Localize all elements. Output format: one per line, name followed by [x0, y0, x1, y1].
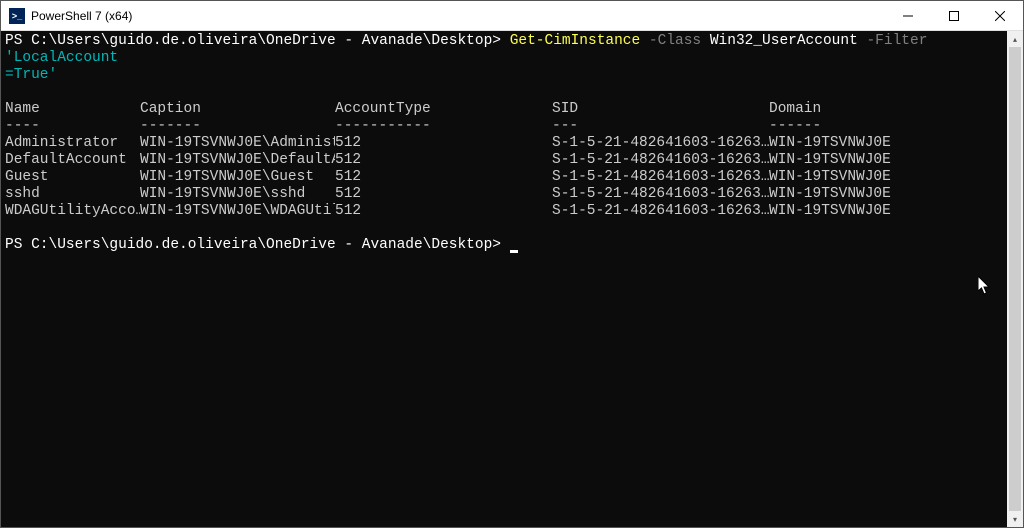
col-name: WDAGUtilityAcco… [5, 203, 140, 220]
col-domain: WIN-19TSVNWJ0E [769, 169, 891, 186]
arg-class: Win32_UserAccount [710, 33, 858, 49]
param-class: -Class [649, 33, 701, 49]
cmdlet: Get-CimInstance [510, 33, 641, 49]
minimize-icon [903, 11, 913, 21]
window-controls [885, 1, 1023, 30]
command-line: PS C:\Users\guido.de.oliveira\OneDrive -… [5, 33, 1003, 67]
col-domain: WIN-19TSVNWJ0E [769, 135, 891, 152]
prompt-line: PS C:\Users\guido.de.oliveira\OneDrive -… [5, 237, 1003, 254]
table-underline: ------------------------------- [5, 118, 1003, 135]
table-row: WDAGUtilityAcco…WIN-19TSVNWJ0E\WDAGUtili… [5, 203, 1003, 220]
col-name: Name [5, 101, 140, 118]
col-domain: WIN-19TSVNWJ0E [769, 186, 891, 203]
close-icon [995, 11, 1005, 21]
terminal-area: PS C:\Users\guido.de.oliveira\OneDrive -… [1, 31, 1023, 527]
col-caption: WIN-19TSVNWJ0E\WDAGUtili… [140, 203, 335, 220]
col-domain: ------ [769, 118, 821, 135]
col-accounttype: 512 [335, 186, 552, 203]
close-button[interactable] [977, 1, 1023, 30]
terminal[interactable]: PS C:\Users\guido.de.oliveira\OneDrive -… [1, 31, 1007, 527]
col-sid: S-1-5-21-482641603-16263… [552, 135, 769, 152]
scrollbar[interactable]: ▴ ▾ [1007, 31, 1023, 527]
powershell-window: >_ PowerShell 7 (x64) PS C:\Users\guido.… [0, 0, 1024, 528]
powershell-icon: >_ [9, 8, 25, 24]
col-name: sshd [5, 186, 140, 203]
scroll-thumb[interactable] [1009, 47, 1021, 511]
col-name: Administrator [5, 135, 140, 152]
col-sid: SID [552, 101, 769, 118]
col-caption: Caption [140, 101, 335, 118]
col-domain: Domain [769, 101, 821, 118]
col-sid: S-1-5-21-482641603-16263… [552, 186, 769, 203]
arg-filter-part2: =True' [5, 67, 57, 83]
scroll-down-arrow[interactable]: ▾ [1007, 511, 1023, 527]
maximize-button[interactable] [931, 1, 977, 30]
prompt-path: PS C:\Users\guido.de.oliveira\OneDrive -… [5, 237, 510, 253]
minimize-button[interactable] [885, 1, 931, 30]
col-sid: --- [552, 118, 769, 135]
table-row: DefaultAccountWIN-19TSVNWJ0E\DefaultAc…5… [5, 152, 1003, 169]
col-accounttype: ----------- [335, 118, 552, 135]
col-caption: WIN-19TSVNWJ0E\DefaultAc… [140, 152, 335, 169]
titlebar-left: >_ PowerShell 7 (x64) [1, 8, 132, 24]
col-caption: WIN-19TSVNWJ0E\Administr… [140, 135, 335, 152]
col-caption: ------- [140, 118, 335, 135]
col-sid: S-1-5-21-482641603-16263… [552, 152, 769, 169]
col-accounttype: 512 [335, 203, 552, 220]
col-domain: WIN-19TSVNWJ0E [769, 203, 891, 220]
table-row: sshdWIN-19TSVNWJ0E\sshd512S-1-5-21-48264… [5, 186, 1003, 203]
col-caption: WIN-19TSVNWJ0E\sshd [140, 186, 335, 203]
table-header: NameCaptionAccountTypeSIDDomain [5, 101, 1003, 118]
command-line-wrap: =True' [5, 67, 1003, 84]
scroll-track[interactable] [1007, 47, 1023, 511]
table-row: AdministratorWIN-19TSVNWJ0E\Administr…51… [5, 135, 1003, 152]
col-sid: S-1-5-21-482641603-16263… [552, 203, 769, 220]
window-title: PowerShell 7 (x64) [31, 9, 132, 23]
col-name: ---- [5, 118, 140, 135]
table-row: GuestWIN-19TSVNWJ0E\Guest512S-1-5-21-482… [5, 169, 1003, 186]
titlebar[interactable]: >_ PowerShell 7 (x64) [1, 1, 1023, 31]
scroll-up-arrow[interactable]: ▴ [1007, 31, 1023, 47]
col-sid: S-1-5-21-482641603-16263… [552, 169, 769, 186]
col-accounttype: 512 [335, 135, 552, 152]
col-domain: WIN-19TSVNWJ0E [769, 152, 891, 169]
col-name: DefaultAccount [5, 152, 140, 169]
col-accounttype: 512 [335, 152, 552, 169]
cursor [510, 250, 518, 253]
col-name: Guest [5, 169, 140, 186]
col-accounttype: AccountType [335, 101, 552, 118]
maximize-icon [949, 11, 959, 21]
prompt-path: PS C:\Users\guido.de.oliveira\OneDrive -… [5, 33, 510, 49]
col-caption: WIN-19TSVNWJ0E\Guest [140, 169, 335, 186]
param-filter: -Filter [866, 33, 927, 49]
col-accounttype: 512 [335, 169, 552, 186]
arg-filter-part1: 'LocalAccount [5, 50, 118, 66]
